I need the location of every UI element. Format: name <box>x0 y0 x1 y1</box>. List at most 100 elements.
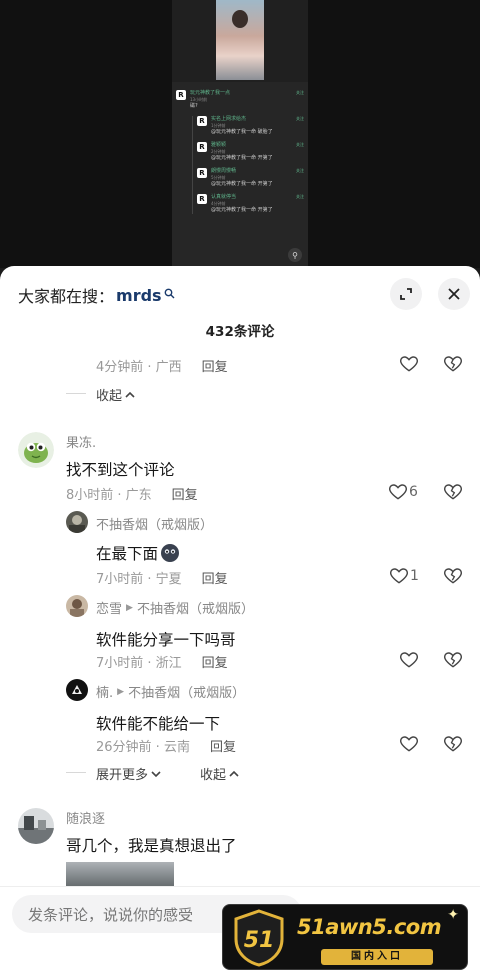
expand-button[interactable] <box>390 278 422 310</box>
collapse-button[interactable]: 收起 <box>96 385 135 404</box>
reply-meta: 7小时前 · 宁夏 回复 <box>96 568 228 587</box>
mini-comment-text: @玩元神教了我一命 破胎了 <box>211 129 273 135</box>
mini-comment-name: 朗慢周慢畅 <box>211 168 237 174</box>
reply-button[interactable]: 回复 <box>202 652 228 671</box>
reply-target[interactable]: 不抽香烟（戒烟版） <box>137 598 254 617</box>
emoji-icon <box>161 544 180 562</box>
close-icon <box>448 288 460 300</box>
video-area[interactable]: R 玩元神教了我一点 13小时前 磁? 关注 R 实名上网求给杰 1分钟前 @玩… <box>0 0 480 268</box>
mini-comment-text: 磁? <box>190 103 198 109</box>
avatar: R <box>197 142 207 152</box>
reply-text: 软件能不能给一下 <box>96 715 221 733</box>
comment-author[interactable]: 果冻. <box>66 432 96 451</box>
heart-icon[interactable] <box>399 354 419 374</box>
mini-comment: R 实名上网求给杰 1分钟前 @玩元神教了我一命 破胎了 关注 <box>197 116 304 136</box>
trending-prefix: 大家都在搜： <box>18 287 115 306</box>
avatar: R <box>197 194 207 204</box>
reply-time: 26分钟前 · 云南 <box>96 740 190 755</box>
mini-comment: R 雅颖颖 2分钟前 @玩元神教了我一命 开第了 关注 <box>197 142 304 162</box>
mini-comment-tag: 关注 <box>296 116 304 121</box>
heart-icon <box>388 484 408 500</box>
dislike-icon[interactable] <box>443 482 463 502</box>
reply-meta: 26分钟前 · 云南 回复 <box>96 736 236 755</box>
mini-comment-text: @玩元神教了我一命 开第了 <box>211 207 273 213</box>
reply-arrow-icon: ▶ <box>126 602 133 613</box>
mini-comment: R 认真就停当 4分钟前 @玩元神教了我一命 开第了 关注 <box>197 194 304 214</box>
video-frame[interactable]: R 玩元神教了我一点 13小时前 磁? 关注 R 实名上网求给杰 1分钟前 @玩… <box>172 0 308 268</box>
mini-comment: R 玩元神教了我一点 13小时前 磁? 关注 <box>176 90 304 110</box>
mini-comment-text: @玩元神教了我一命 开第了 <box>211 181 273 187</box>
dislike-icon[interactable] <box>443 354 463 374</box>
close-button[interactable] <box>438 278 470 310</box>
dislike-icon[interactable] <box>443 566 463 586</box>
avatar[interactable] <box>66 511 88 533</box>
reply-arrow-icon: ▶ <box>117 686 125 697</box>
mini-comment-name: 认真就停当 <box>211 194 237 200</box>
like-button[interactable]: 1 <box>389 566 419 586</box>
reply-text: 在最下面 <box>96 545 159 563</box>
avatar: R <box>176 90 186 100</box>
comment-input-placeholder: 发条评论，说说你的感受 <box>28 905 194 924</box>
comment-meta: 4分钟前 · 广西 回复 <box>96 356 228 375</box>
reply-author[interactable]: 不抽香烟（戒烟版） <box>96 514 213 533</box>
reply-author[interactable]: 恋雪 <box>96 598 122 617</box>
avatar[interactable] <box>66 595 88 617</box>
sparkle-icon: ✦ <box>447 907 459 923</box>
comment-meta: 8小时前 · 广东 回复 <box>66 484 198 503</box>
expand-icon <box>400 288 412 300</box>
comment-count: 432条评论 <box>205 324 275 340</box>
collapse-label: 收起 <box>96 389 123 404</box>
collapse-button[interactable]: 收起 <box>200 764 239 783</box>
reply-author[interactable]: 楠. <box>96 682 113 701</box>
watermark-subtitle: 国内入口 <box>321 949 433 965</box>
mini-comment-name: 玩元神教了我一点 <box>190 90 231 96</box>
comment-sheet: 大家都在搜： mrds 432条评论 4分钟前 · 广西 回复 收起 果冻. 找… <box>0 266 480 976</box>
avatar: R <box>197 168 207 178</box>
mini-comment-name: 雅颖颖 <box>211 142 227 148</box>
mini-comment-text: @玩元神教了我一命 开第了 <box>211 155 273 161</box>
expand-more-button[interactable]: 展开更多 <box>96 764 161 783</box>
reply-author-row: 楠. ▶ 不抽香烟（戒烟版） <box>96 682 245 701</box>
like-count: 1 <box>410 568 419 584</box>
like-button[interactable]: 6 <box>388 482 418 502</box>
mini-comment-tag: 关注 <box>296 168 304 173</box>
comment-time: 4分钟前 · 广西 <box>96 360 182 375</box>
search-icon[interactable]: ⚲ <box>288 248 302 262</box>
reply-button[interactable]: 回复 <box>202 568 228 587</box>
mini-comment-tag: 关注 <box>296 194 304 199</box>
reply-button[interactable]: 回复 <box>172 484 198 503</box>
avatar[interactable] <box>18 808 54 844</box>
reply-time: 7小时前 · 浙江 <box>96 656 182 671</box>
chevron-up-icon <box>125 391 135 398</box>
heart-icon <box>389 568 409 584</box>
mini-comment-name: 实名上网求给杰 <box>211 116 247 122</box>
trending-search[interactable]: 大家都在搜： mrds <box>18 283 175 307</box>
expand-more-label: 展开更多 <box>96 768 149 783</box>
avatar[interactable] <box>18 432 54 468</box>
dislike-icon[interactable] <box>443 734 463 754</box>
chevron-up-icon <box>229 770 239 777</box>
comment-text: 哥几个，我是真想退出了 <box>66 837 237 855</box>
reply-text-row: 在最下面 <box>96 542 180 564</box>
reply-meta: 7小时前 · 浙江 回复 <box>96 652 228 671</box>
mini-comment: R 朗慢周慢畅 5分钟前 @玩元神教了我一命 开第了 关注 <box>197 168 304 188</box>
video-thumbnail <box>216 0 264 80</box>
trending-keyword[interactable]: mrds <box>116 286 162 305</box>
shield-icon: 51 <box>234 909 284 967</box>
comment-author[interactable]: 随浪逐 <box>66 808 105 827</box>
video-comment-overlay: R 玩元神教了我一点 13小时前 磁? 关注 R 实名上网求给杰 1分钟前 @玩… <box>172 82 308 268</box>
avatar[interactable] <box>66 679 88 701</box>
watermark-domain: 51awn5.com <box>297 915 442 939</box>
avatar: R <box>197 116 207 126</box>
mini-comment-tag: 关注 <box>296 142 304 147</box>
dislike-icon[interactable] <box>443 650 463 670</box>
reply-author-row: 恋雪 ▶ 不抽香烟（戒烟版） <box>96 598 254 617</box>
watermark-badge: 51 51awn5.com 国内入口 ✦ <box>222 904 468 970</box>
reply-button[interactable]: 回复 <box>202 356 228 375</box>
heart-icon[interactable] <box>399 734 419 754</box>
heart-icon[interactable] <box>399 650 419 670</box>
reply-button[interactable]: 回复 <box>210 736 236 755</box>
comment-text: 找不到这个评论 <box>66 461 175 479</box>
reply-target[interactable]: 不抽香烟（戒烟版） <box>128 682 245 701</box>
collapse-label: 收起 <box>200 768 227 783</box>
